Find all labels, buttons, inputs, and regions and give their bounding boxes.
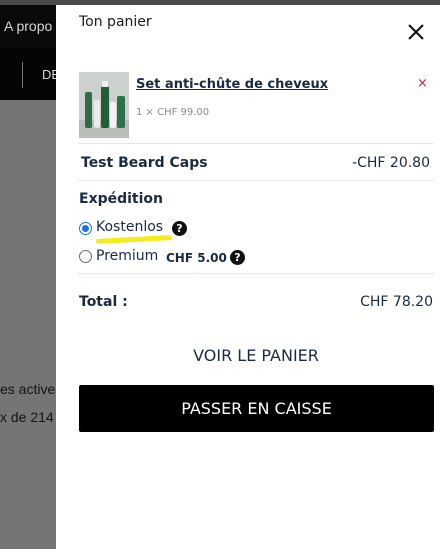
shipping-option-free-label[interactable]: Kostenlos	[96, 219, 163, 235]
divider	[78, 273, 434, 274]
view-cart-button[interactable]: VOIR LE PANIER	[79, 341, 433, 371]
close-icon[interactable]	[406, 22, 426, 42]
nav-divider	[22, 62, 23, 88]
background-content: es active x de 214	[0, 100, 56, 549]
total-label: Total :	[79, 294, 128, 310]
background-text-line-2: x de 214	[0, 409, 54, 425]
shipping-option-premium-radio[interactable]	[79, 250, 92, 263]
shipping-option-premium-price: CHF 5.00	[166, 251, 227, 265]
highlight-mark	[95, 235, 173, 244]
product-thumbnail[interactable]	[79, 72, 129, 138]
product-image-icon	[79, 72, 129, 138]
shipping-title: Expédition	[79, 191, 164, 207]
discount-label: Test Beard Caps	[81, 155, 208, 171]
background-nav: DE	[0, 48, 60, 100]
total-value: CHF 78.20	[360, 294, 433, 310]
announcement-text: A propo	[4, 18, 53, 34]
shipping-option-free-radio[interactable]	[79, 222, 92, 235]
checkout-button[interactable]: PASSER EN CAISSE	[79, 385, 434, 432]
cart-title: Ton panier	[79, 14, 152, 30]
help-icon[interactable]: ?	[172, 221, 187, 236]
product-quantity-price: 1 × CHF 99.00	[136, 107, 210, 118]
divider	[78, 180, 434, 181]
divider	[78, 143, 434, 144]
remove-item-icon[interactable]: ×	[417, 76, 428, 91]
shipping-option-premium-label[interactable]: Premium	[96, 248, 158, 264]
announcement-bar: A propo	[0, 5, 56, 48]
product-name-link[interactable]: Set anti-chûte de cheveux	[136, 77, 328, 92]
help-icon[interactable]: ?	[230, 250, 245, 265]
discount-value: -CHF 20.80	[352, 155, 430, 171]
background-text-line-1: es active	[0, 381, 56, 397]
cart-drawer: Ton panier Set anti-chûte de cheveux 1 ×…	[56, 5, 440, 549]
